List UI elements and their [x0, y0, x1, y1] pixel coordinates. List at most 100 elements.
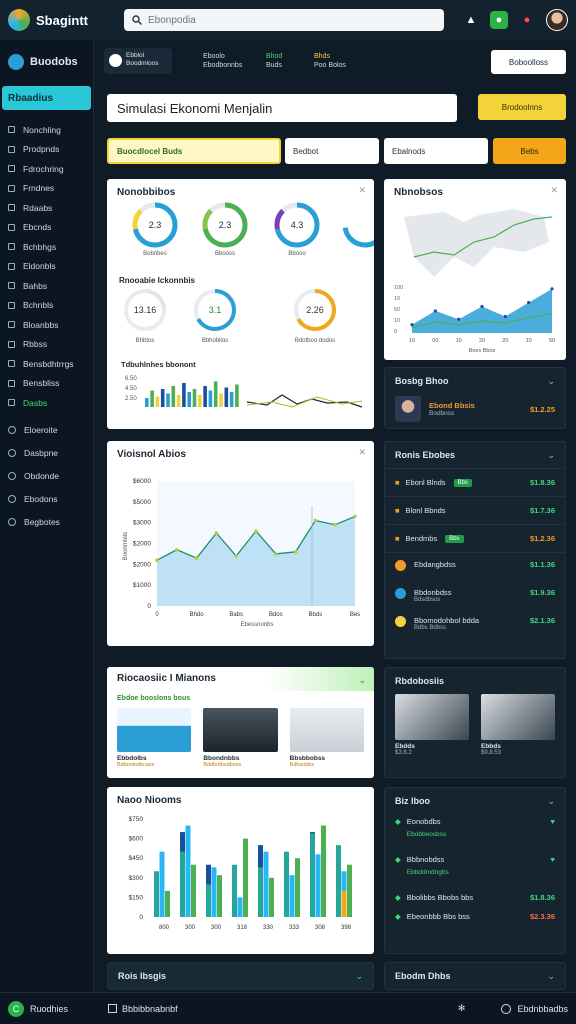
map-chart: 100105010010 00 10 20 20 10 50Bnes Bbos — [394, 209, 555, 354]
sidebar-item[interactable]: Bensbdhtrrgs — [0, 354, 93, 374]
sidebar-item[interactable]: Bloanbbs — [0, 315, 93, 335]
bar — [237, 897, 243, 917]
filter-2[interactable]: Bedbot — [285, 138, 379, 164]
sidebar-item[interactable]: Ebcnds — [0, 218, 93, 238]
list-row-label: Ebdangbdss — [414, 560, 456, 569]
sidebar-item[interactable]: Bchbhgs — [0, 237, 93, 257]
chevron-down-icon[interactable]: ⌄ — [547, 450, 555, 461]
sidebar-item-active[interactable]: Rbaadius — [2, 86, 91, 110]
mini-bar — [150, 390, 154, 407]
sidebar-item[interactable]: Eldonbls — [0, 257, 93, 277]
sidebar-item[interactable]: Bchnbls — [0, 296, 93, 316]
bottombar-right-label: Ebdnbbadbs — [517, 1003, 568, 1014]
bar-chart-title: Naoo Niooms — [117, 795, 182, 806]
donut-value: 2.3 — [149, 220, 162, 230]
sidebar-item[interactable]: Rdaabs — [0, 198, 93, 218]
check-row[interactable]: ◆ Eonobdbs Ebobbeosbss ♥ — [385, 814, 565, 852]
donut-chart-area: 2.3 Bobnbes 2.3 Bbooss 4.3 Bbooo Rnooabie Icko… — [119, 202, 374, 408]
alert-icon[interactable]: ● — [518, 11, 536, 29]
sidebar-item-label: Bloanbbs — [23, 319, 59, 330]
data-point — [480, 304, 484, 309]
photo-image — [395, 694, 469, 740]
sidebar-item[interactable]: Ebodons — [0, 488, 93, 511]
y-tick: $150 — [129, 894, 144, 901]
sidebar-item[interactable]: Nonchling — [0, 120, 93, 140]
sidebar-item[interactable]: Rbbss — [0, 335, 93, 355]
bottom-card-right[interactable]: Ebodm Dhbs ⌄ — [384, 962, 566, 990]
quick-card[interactable]: Ebblol Boodmloos — [104, 48, 172, 74]
check-row[interactable]: ◆ Ebeonbbb Bbs bss $2.3.36 — [385, 909, 565, 928]
simulation-title-field[interactable]: Simulasi Ekonomi Menjalin — [107, 94, 457, 122]
bottom-card-left[interactable]: Rois Ibsgis ⌄ — [107, 962, 374, 990]
bottombar-mid[interactable]: Bbbibbnabnbf — [108, 1004, 178, 1014]
mini-bar — [145, 398, 149, 407]
donut-label: Bbooo — [288, 251, 306, 257]
y-axis-label: Boonmtels — [123, 532, 129, 560]
world-map — [404, 209, 549, 277]
search-input[interactable] — [148, 14, 428, 26]
checks-panel: Biz Iboo ⌄ ◆ Eonobdbs Ebobbeosbss ♥ ◆ Bbbnobd… — [384, 787, 566, 954]
photo-card[interactable]: Ebdds $3.8.2 — [395, 694, 469, 756]
data-point — [550, 287, 554, 291]
chat-icon[interactable]: ● — [490, 11, 508, 29]
check-row[interactable]: ◆ Bbbnobdss Ebbddmdngbs ♥ — [385, 852, 565, 890]
user-avatar[interactable] — [546, 9, 568, 31]
check-row-label: Ebeonbbb Bbs bss — [406, 912, 470, 921]
x-axis-label: Bnes Bbos — [469, 348, 496, 354]
sidebar-item[interactable]: Dasbpne — [0, 442, 93, 465]
list-row[interactable]: ■ Bendmbs Bbs $1.2.36 — [385, 524, 565, 552]
sidebar-item[interactable]: Obdonde — [0, 465, 93, 488]
close-icon[interactable]: ✕ — [550, 185, 558, 196]
y-tick: 0 — [147, 603, 151, 610]
sidebar-item-label: Bahbs — [23, 280, 48, 291]
shield-icon: ◆ — [395, 817, 401, 826]
y-tick: 50 — [394, 307, 400, 313]
notification-icon[interactable]: ▲ — [462, 11, 480, 29]
filter-4[interactable]: Bebs — [493, 138, 566, 164]
sidebar-item[interactable]: Frndnes — [0, 179, 93, 199]
simulation-button[interactable]: Brodoolnns — [478, 94, 566, 120]
brand-icon — [8, 54, 24, 70]
photos-panel: Rbdobosiis Ebdds $3.8.2 Ebbds $9.8.53 — [384, 667, 566, 778]
home-icon[interactable]: C — [8, 1000, 24, 1017]
data-point — [457, 317, 461, 321]
donut-label: Bobnbes — [143, 251, 167, 257]
y-tick: $5000 — [133, 499, 151, 506]
sidebar-item[interactable]: Eloeroite — [0, 419, 93, 442]
chevron-down-icon[interactable]: ⌄ — [547, 971, 555, 982]
close-icon[interactable]: ✕ — [358, 185, 366, 196]
sidebar-item[interactable]: Prodpnds — [0, 140, 93, 160]
close-icon[interactable]: ✕ — [358, 447, 366, 458]
list-row[interactable]: ■ Ebonl Blnds Bbs $1.8.36 — [385, 468, 565, 496]
chevron-down-icon[interactable]: ⌄ — [355, 971, 363, 982]
mini-bar — [235, 384, 239, 407]
product-card[interactable]: Ebbdolbs Bdboskotbcass — [117, 708, 192, 768]
sidebar-item[interactable]: Bahbs — [0, 276, 93, 296]
sidebar-item[interactable]: Bensbliss — [0, 374, 93, 394]
chevron-down-icon[interactable]: ⌄ — [358, 675, 366, 686]
list-row[interactable]: ■ Blonl Bbnds $1.7.36 — [385, 496, 565, 524]
search-box[interactable] — [124, 9, 444, 31]
check-row[interactable]: ◆ Bbolibbs Bbobs bbs $1.8.36 — [385, 890, 565, 909]
photo-card[interactable]: Ebbds $9.8.53 — [481, 694, 555, 756]
product-card[interactable]: Bbsbbobss Bdbsobbs — [289, 708, 364, 768]
sidebar-item-label: Frndnes — [23, 183, 55, 194]
data-point — [175, 547, 179, 552]
sidebar-item[interactable]: Dasbs — [0, 393, 93, 413]
settings-icon[interactable]: ✻ — [458, 1003, 466, 1014]
filter-1[interactable]: Buocdlocel Buds — [107, 138, 281, 164]
donut-label: Bbhobllos — [202, 338, 228, 344]
list-row[interactable]: Bbdonbdss Bdsdbsos $1.9.36 — [385, 588, 565, 616]
list-row[interactable]: Ebdangbdss $1.1.36 — [385, 560, 565, 588]
bottombar-left[interactable]: Ruodhies — [30, 1004, 68, 1014]
header-right-button[interactable]: Boboolloss — [491, 50, 566, 74]
sidebar-item[interactable]: Fdrochring — [0, 159, 93, 179]
bottombar-right[interactable]: ✻ Ebdnbbadbs — [458, 1003, 568, 1014]
filter-3[interactable]: Ebalnods — [384, 138, 488, 164]
sidebar-item[interactable]: Begbotes — [0, 511, 93, 534]
product-card[interactable]: Bbondnbbs Bddbotbsdboss — [203, 708, 278, 768]
chevron-down-icon[interactable]: ⌄ — [547, 796, 555, 807]
chevron-down-icon[interactable]: ⌄ — [547, 376, 555, 387]
map-card-title: Nbnobsos — [394, 187, 443, 198]
list-row[interactable]: Bbomodohbol bdda Bdbs Bdbss $2.1.36 — [385, 616, 565, 644]
